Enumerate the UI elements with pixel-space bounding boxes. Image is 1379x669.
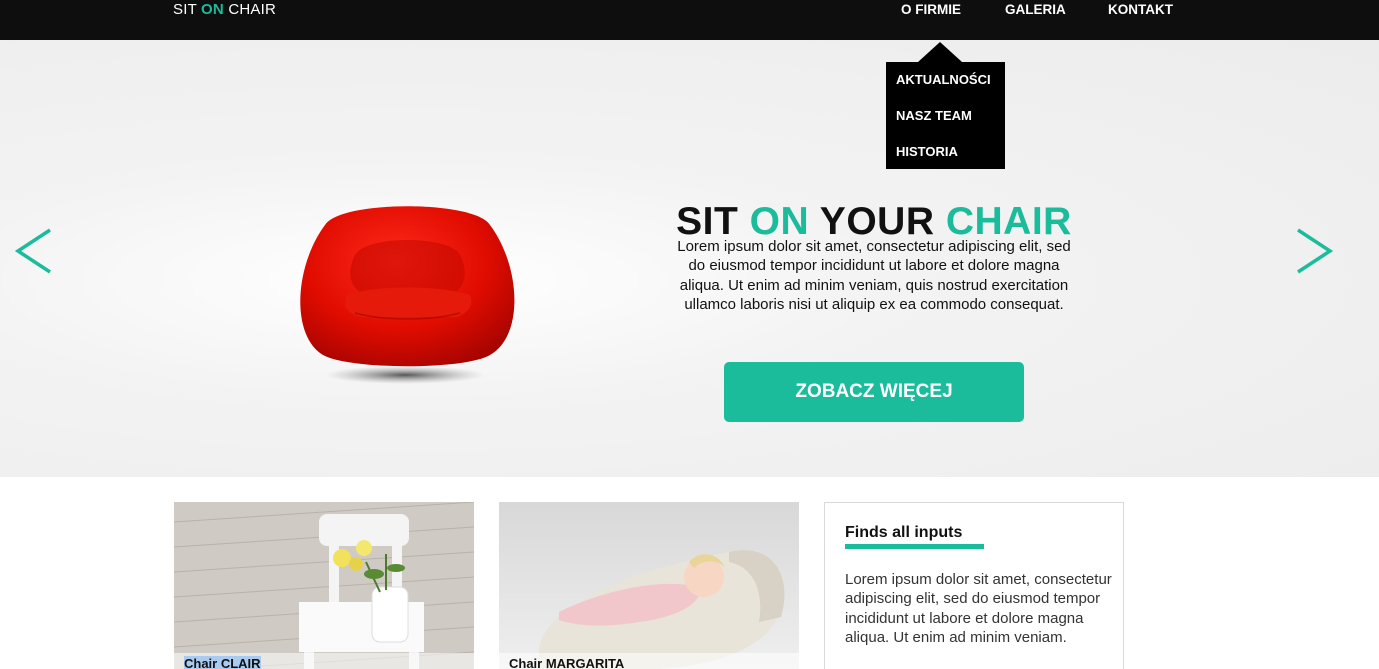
- info-text: Lorem ipsum dolor sit amet, consectetur …: [845, 571, 1112, 646]
- nav-item-kontakt[interactable]: KONTAKT: [1108, 2, 1173, 17]
- see-more-button[interactable]: ZOBACZ WIĘCEJ: [724, 362, 1024, 422]
- red-armchair-image: [300, 206, 515, 384]
- dropdown-menu-o-firmie: AKTUALNOŚCI NASZ TEAM HISTORIA: [886, 62, 1005, 169]
- card-caption: Chair CLAIR: [174, 653, 474, 669]
- info-box: Finds all inputs Lorem ipsum dolor sit a…: [824, 502, 1124, 669]
- site-logo[interactable]: SIT ON CHAIR: [173, 1, 276, 18]
- card-caption-text: Chair CLAIR: [184, 656, 261, 669]
- dropdown-pointer: [918, 42, 962, 62]
- card-caption-text: Chair MARGARITA: [509, 656, 625, 669]
- white-chair-image: [174, 502, 474, 669]
- dropdown-item-aktualnosci[interactable]: AKTUALNOŚCI: [896, 72, 991, 87]
- nav-item-o-firmie[interactable]: O FIRMIE: [901, 2, 961, 17]
- chevron-right-icon[interactable]: [1294, 228, 1334, 274]
- logo-text-accent: ON: [201, 1, 224, 18]
- baby-armchair-image: [499, 502, 799, 669]
- product-card-margarita[interactable]: Chair MARGARITA: [499, 502, 799, 669]
- top-navbar: SIT ON CHAIR O FIRMIE GALERIA KONTAKT: [0, 0, 1379, 40]
- logo-text-1: SIT: [173, 1, 202, 18]
- info-title-underline: [845, 544, 984, 549]
- logo-text-3: CHAIR: [223, 1, 276, 18]
- nav-item-galeria[interactable]: GALERIA: [1005, 2, 1066, 17]
- dropdown-item-nasz-team[interactable]: NASZ TEAM: [896, 108, 972, 123]
- info-title: Finds all inputs: [845, 524, 963, 541]
- hero-description: Lorem ipsum dolor sit amet, consectetur …: [677, 238, 1071, 313]
- hero-slider: SIT ON YOUR CHAIR Lorem ipsum dolor sit …: [0, 40, 1379, 477]
- chevron-left-icon[interactable]: [14, 228, 54, 274]
- dropdown-item-historia[interactable]: HISTORIA: [896, 144, 958, 159]
- card-caption: Chair MARGARITA: [499, 653, 799, 669]
- product-card-clair[interactable]: Chair CLAIR: [174, 502, 474, 669]
